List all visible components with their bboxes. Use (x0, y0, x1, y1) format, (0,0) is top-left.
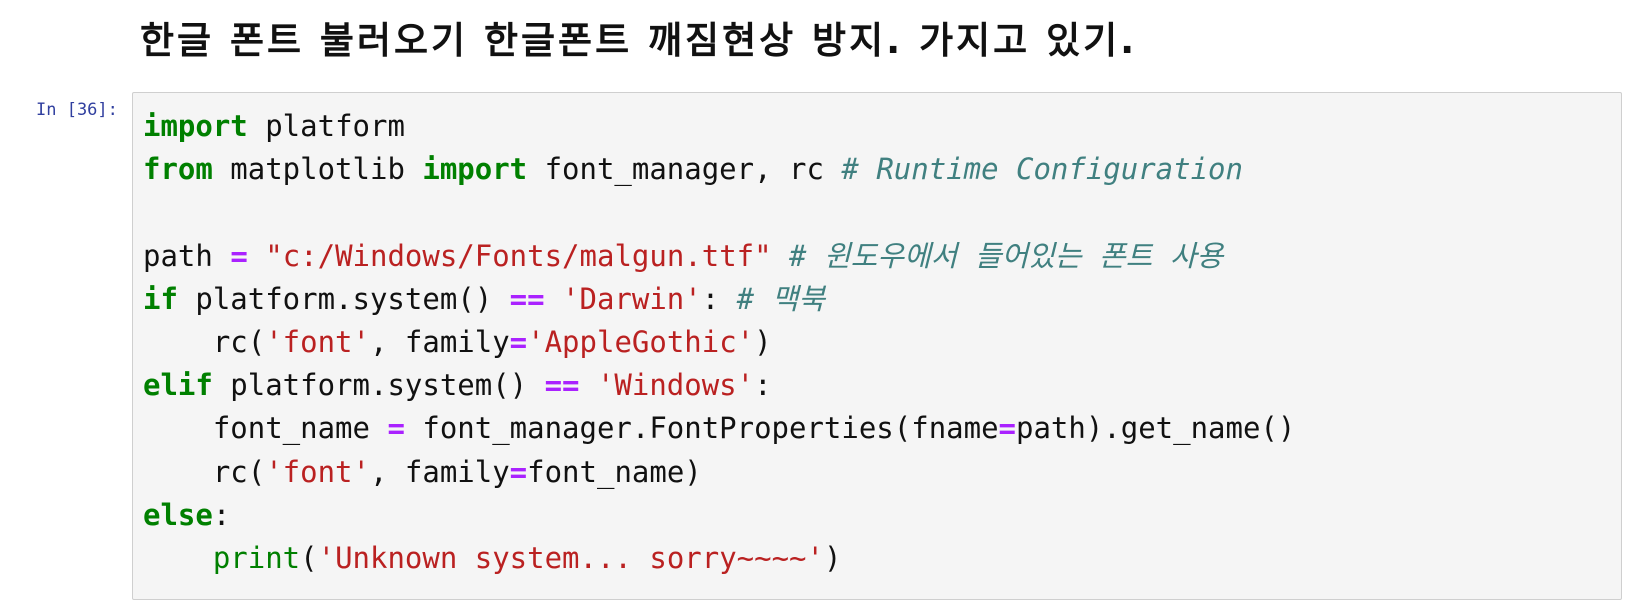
operator-token: = (998, 411, 1016, 446)
code-token: platform.system() (212, 368, 545, 403)
code-cell-editor[interactable]: import platform from matplotlib import fo… (132, 92, 1622, 600)
markdown-heading: 한글 폰트 불러오기 한글폰트 깨짐현상 방지. 가지고 있기. (140, 19, 1138, 62)
code-line: rc('font', family=font_name) (143, 451, 1295, 494)
code-token: platform (247, 109, 405, 143)
string-token: 'Darwin' (562, 281, 702, 316)
operator-token: == (509, 281, 545, 316)
string-token: 'font' (265, 454, 370, 489)
string-token: 'Windows' (596, 368, 755, 403)
code-line: font_name = font_manager.FontProperties(… (143, 407, 1296, 450)
code-area[interactable]: import platform from matplotlib import fo… (143, 105, 1295, 580)
code-line: else: (143, 494, 1295, 537)
code-token: font_manager.FontProperties(fname (404, 411, 999, 446)
code-token: platform.system() (177, 281, 510, 316)
code-token: font_name) (527, 454, 702, 489)
code-token: path (143, 238, 231, 273)
string-token: "c:/Windows/Fonts/malgun.ttf" (265, 238, 772, 273)
code-line: ​ (143, 191, 1295, 234)
code-line: import platform (143, 105, 1295, 148)
code-line: if platform.system() == 'Darwin': # 맥북 (143, 278, 1295, 321)
code-line: elif platform.system() == 'Windows': (143, 364, 1295, 407)
code-token: ( (300, 540, 318, 575)
code-token: path).get_name() (1016, 411, 1296, 446)
code-token: : (701, 281, 737, 316)
code-token: font_name (143, 411, 388, 446)
code-line: rc('font', family='AppleGothic') (143, 321, 1295, 364)
keyword-token: if (143, 281, 178, 316)
code-line: path = "c:/Windows/Fonts/malgun.ttf" # 윈… (143, 235, 1295, 278)
code-line: from matplotlib import font_manager, rc … (143, 148, 1295, 191)
code-token: : (754, 368, 772, 403)
code-token: font_manager, rc (527, 152, 842, 187)
cell-input-prompt: In [36]: (36, 100, 118, 120)
string-token: 'font' (265, 324, 370, 359)
operator-token: = (230, 238, 248, 273)
builtin-token: print (212, 540, 301, 575)
code-token: ) (754, 324, 772, 359)
code-token: rc( (143, 324, 266, 359)
comment-token: # Runtime Configuration (841, 152, 1243, 187)
code-token: , family (369, 454, 510, 489)
keyword-token: import (422, 152, 528, 187)
operator-token: = (509, 324, 528, 359)
string-token: 'Unknown system... sorry~~~~' (317, 540, 824, 575)
comment-token: # 맥북 (736, 281, 825, 316)
code-token: rc( (143, 454, 266, 489)
operator-token: = (509, 454, 528, 489)
comment-token: # 윈도우에서 들어있는 폰트 사용 (789, 238, 1224, 273)
keyword-token: elif (143, 368, 213, 403)
operator-token: = (387, 411, 405, 446)
operator-token: == (544, 368, 580, 403)
code-token: , family (369, 324, 510, 359)
code-line: print('Unknown system... sorry~~~~') (143, 537, 1295, 580)
string-token: 'AppleGothic' (527, 324, 755, 359)
code-token: ) (823, 540, 842, 575)
keyword-token: from (143, 152, 213, 187)
code-token: matplotlib (212, 152, 423, 187)
code-token: : (212, 497, 231, 532)
keyword-token: import (143, 109, 248, 143)
keyword-token: else (143, 497, 213, 532)
